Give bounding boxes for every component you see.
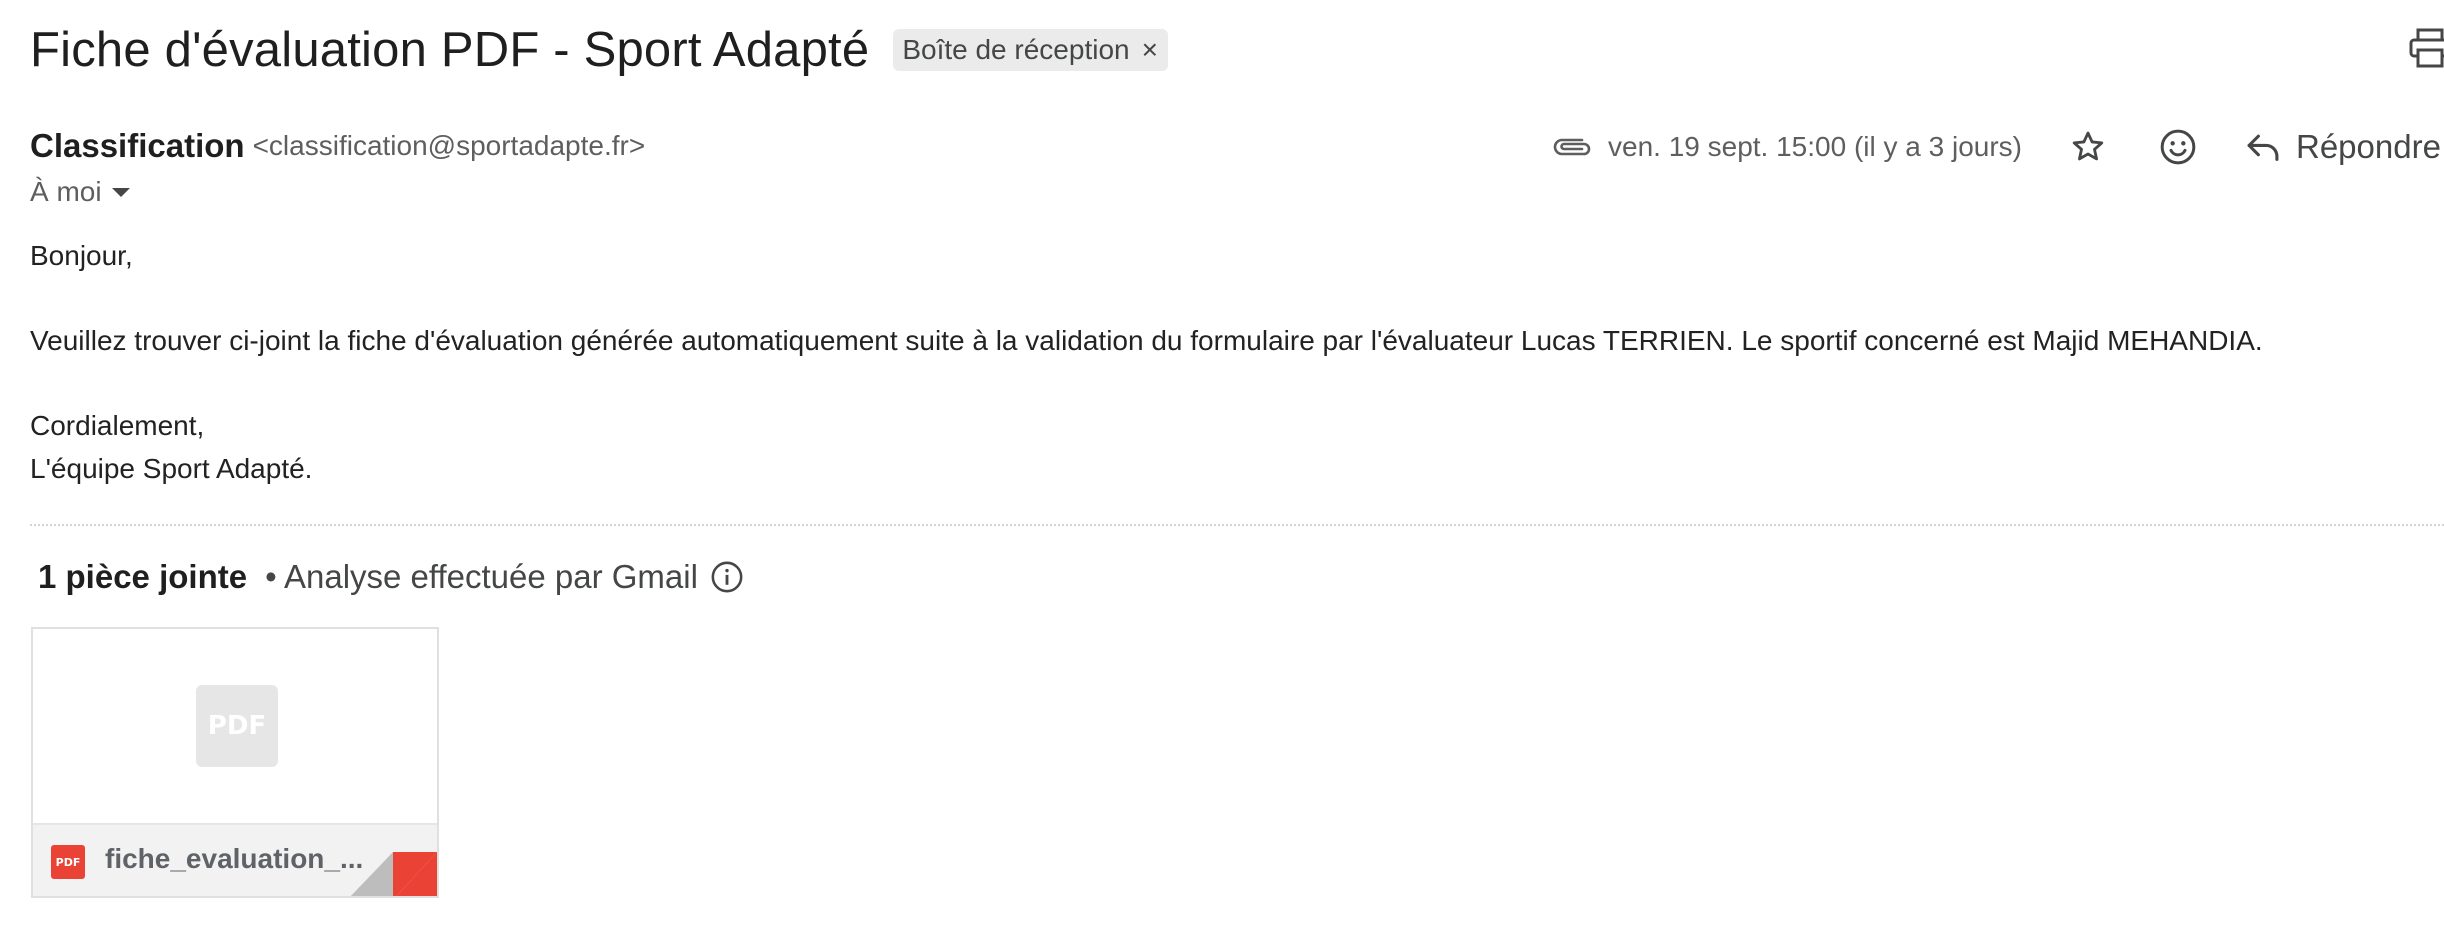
subject-row: Fiche d'évaluation PDF - Sport Adapté Bo… bbox=[30, 18, 1168, 82]
star-button[interactable] bbox=[2066, 125, 2110, 169]
body-greeting: Bonjour, bbox=[30, 240, 133, 271]
remove-label-button[interactable]: × bbox=[1142, 34, 1158, 66]
attachment-footer[interactable]: PDF fiche_evaluation_... bbox=[33, 823, 437, 896]
sender-row: Classification <classification@sportadap… bbox=[30, 122, 645, 170]
star-icon bbox=[2072, 131, 2104, 161]
inbox-label-chip[interactable]: Boîte de réception × bbox=[893, 29, 1168, 71]
reply-button[interactable]: Répondre bbox=[2244, 125, 2441, 169]
recipient-label: À moi bbox=[30, 176, 102, 207]
attachment-preview[interactable]: PDF bbox=[33, 629, 437, 823]
email-subject: Fiche d'évaluation PDF - Sport Adapté bbox=[30, 23, 870, 77]
emoji-icon bbox=[2160, 129, 2196, 165]
attachment-filename[interactable]: fiche_evaluation_... bbox=[105, 843, 363, 875]
body-signature: L'équipe Sport Adapté. bbox=[30, 453, 313, 484]
caret-down-icon[interactable] bbox=[111, 187, 130, 197]
body-paragraph: Veuillez trouver ci-joint la fiche d'éva… bbox=[30, 325, 2263, 356]
sender-name[interactable]: Classification bbox=[30, 127, 245, 165]
inbox-label-text: Boîte de réception bbox=[902, 34, 1130, 65]
reply-label: Répondre bbox=[2296, 128, 2441, 165]
pdf-file-icon: PDF bbox=[51, 845, 85, 879]
emoji-reaction-button[interactable] bbox=[2156, 125, 2200, 169]
attachments-header: 1 pièce jointe • Analyse effectuée par G… bbox=[38, 554, 744, 600]
message-meta: ven. 19 sept. 15:00 (il y a 3 jours) Rép… bbox=[1552, 122, 2441, 172]
sender-email: <classification@sportadapte.fr> bbox=[252, 130, 646, 161]
attachment-count: 1 pièce jointe bbox=[38, 558, 248, 595]
reply-icon bbox=[2247, 134, 2279, 161]
attachment-scan-notice: • Analyse effectuée par Gmail bbox=[265, 558, 698, 595]
attachment-card[interactable]: PDF PDF fiche_evaluation_... bbox=[31, 627, 439, 898]
message-date: ven. 19 sept. 15:00 (il y a 3 jours) bbox=[1608, 131, 2022, 162]
attachments-divider bbox=[30, 524, 2444, 526]
pdf-preview-icon: PDF bbox=[196, 685, 278, 767]
info-icon[interactable] bbox=[710, 560, 744, 594]
recipient-dropdown[interactable]: À moi bbox=[30, 172, 130, 212]
body-closing: Cordialement, bbox=[30, 410, 205, 441]
print-icon[interactable] bbox=[2408, 28, 2444, 68]
email-body: Bonjour, Veuillez trouver ci-joint la fi… bbox=[30, 234, 2263, 490]
paperclip-icon bbox=[1553, 138, 1591, 156]
page-corner-fold bbox=[350, 852, 437, 896]
